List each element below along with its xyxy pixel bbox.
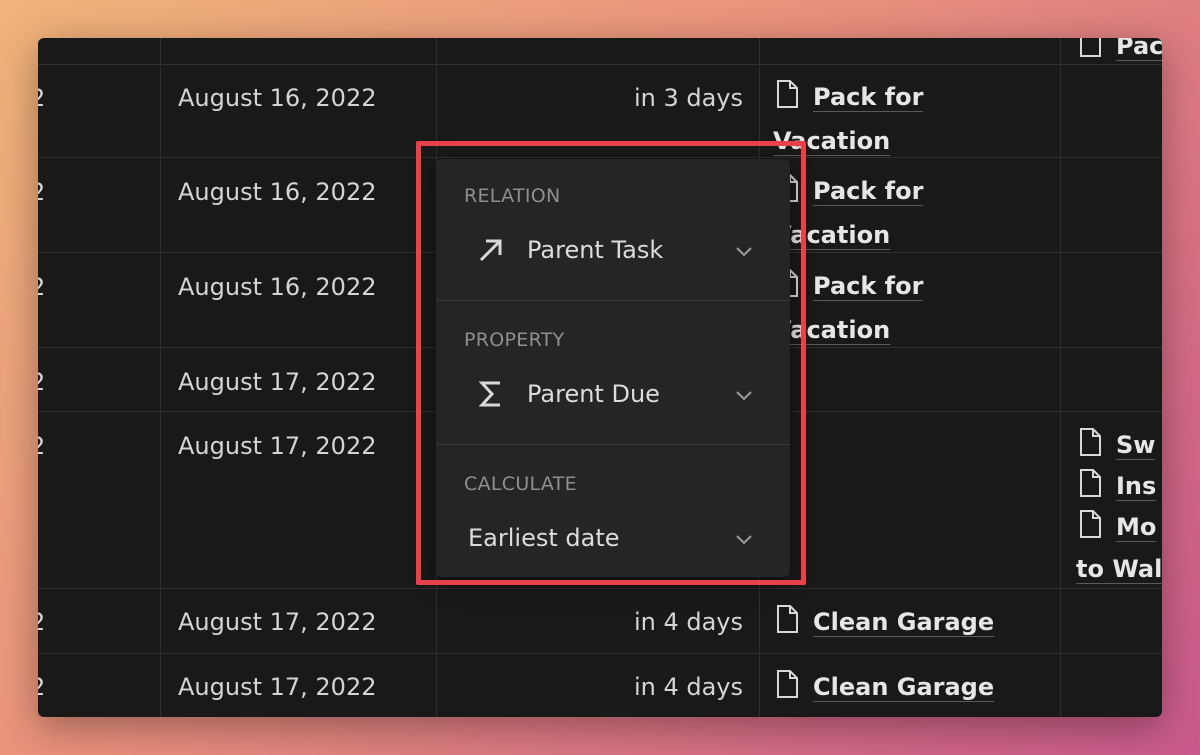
subtask-name: Sw <box>1116 431 1156 460</box>
task-name-line2: Vacation <box>773 316 891 345</box>
calculate-section: CALCULATE Earliest date <box>436 445 790 577</box>
task-name-line2: Vacation <box>773 221 891 250</box>
page-icon <box>775 670 799 711</box>
property-select[interactable]: Parent Due <box>464 371 762 419</box>
task-name-line1: Pack for <box>813 83 924 112</box>
relation-label: RELATION <box>464 185 561 207</box>
due-date-cell[interactable]: August 17, 2022 <box>178 673 377 701</box>
rollup-config-popup: RELATION Parent Task PROPERTY Parent Due <box>436 159 790 577</box>
cut-cell-text: 2 <box>38 608 45 636</box>
cut-cell-text: 2 <box>38 178 45 206</box>
task-name-line1: Pack for <box>813 177 924 206</box>
cut-cell-text: 2 <box>38 673 45 701</box>
relation-section: RELATION Parent Task <box>436 159 790 299</box>
task-name-line2: Vacation <box>773 127 891 156</box>
parent-task-link[interactable]: Clean Garage <box>775 667 1095 711</box>
sigma-icon <box>476 379 506 409</box>
parent-task-link[interactable]: Clean Garage <box>775 602 1095 646</box>
relation-value: Parent Task <box>527 236 664 264</box>
due-date-cell[interactable]: August 17, 2022 <box>178 368 377 396</box>
due-date-cell[interactable]: August 16, 2022 <box>178 84 377 112</box>
task-name-line1: Pack for <box>813 272 924 301</box>
property-section: PROPERTY Parent Due <box>436 301 790 444</box>
calculate-label: CALCULATE <box>464 473 577 495</box>
relative-date-cell: in 4 days <box>633 608 743 636</box>
table-row[interactable] <box>38 38 1162 65</box>
subtask-link[interactable]: Ins <box>1078 466 1157 510</box>
subtask-name: Mo <box>1116 513 1157 542</box>
cut-cell-text: 2 <box>38 368 45 396</box>
calculate-select[interactable]: Earliest date <box>464 515 762 563</box>
relative-date-cell: in 4 days <box>633 673 743 701</box>
subtask-link[interactable]: Mo <box>1078 507 1157 551</box>
chevron-down-icon <box>734 529 754 549</box>
page-icon <box>775 605 799 646</box>
subtask-name: Pac <box>1116 38 1162 61</box>
page-icon <box>775 80 799 121</box>
page-icon <box>1078 510 1102 551</box>
relation-select[interactable]: Parent Task <box>464 227 762 275</box>
subtask-link-continuation[interactable]: to Wall <box>1076 549 1162 590</box>
relative-date-cell: in 3 days <box>633 84 743 112</box>
due-date-cell[interactable]: August 17, 2022 <box>178 432 377 460</box>
parent-task-link[interactable]: Pack for Vacation <box>773 77 1095 162</box>
chevron-down-icon <box>734 385 754 405</box>
subtask-name: to Wall <box>1076 555 1162 584</box>
due-date-cell[interactable]: August 17, 2022 <box>178 608 377 636</box>
database-window: Pac 2 August 16, 2022 in 3 days Pack for… <box>38 38 1162 717</box>
due-date-cell[interactable]: August 16, 2022 <box>178 273 377 301</box>
parent-task-link[interactable]: Pack for Vacation <box>773 266 1095 351</box>
task-name: Clean Garage <box>813 608 995 637</box>
due-date-cell[interactable]: August 16, 2022 <box>178 178 377 206</box>
property-label: PROPERTY <box>464 329 565 351</box>
subtask-link[interactable]: Sw <box>1078 425 1156 469</box>
property-value: Parent Due <box>527 380 660 408</box>
subtask-name: Ins <box>1116 472 1157 501</box>
page-icon <box>1078 469 1102 510</box>
page-icon <box>1078 428 1102 469</box>
chevron-down-icon <box>734 241 754 261</box>
parent-task-link[interactable]: Pack for Vacation <box>773 171 1095 256</box>
task-name: Clean Garage <box>813 673 995 702</box>
calculate-value: Earliest date <box>468 524 620 552</box>
cut-cell-text: 2 <box>38 273 45 301</box>
arrow-up-right-icon <box>476 235 506 265</box>
cut-cell-text: 2 <box>38 432 45 460</box>
cut-cell-text: 2 <box>38 84 45 112</box>
